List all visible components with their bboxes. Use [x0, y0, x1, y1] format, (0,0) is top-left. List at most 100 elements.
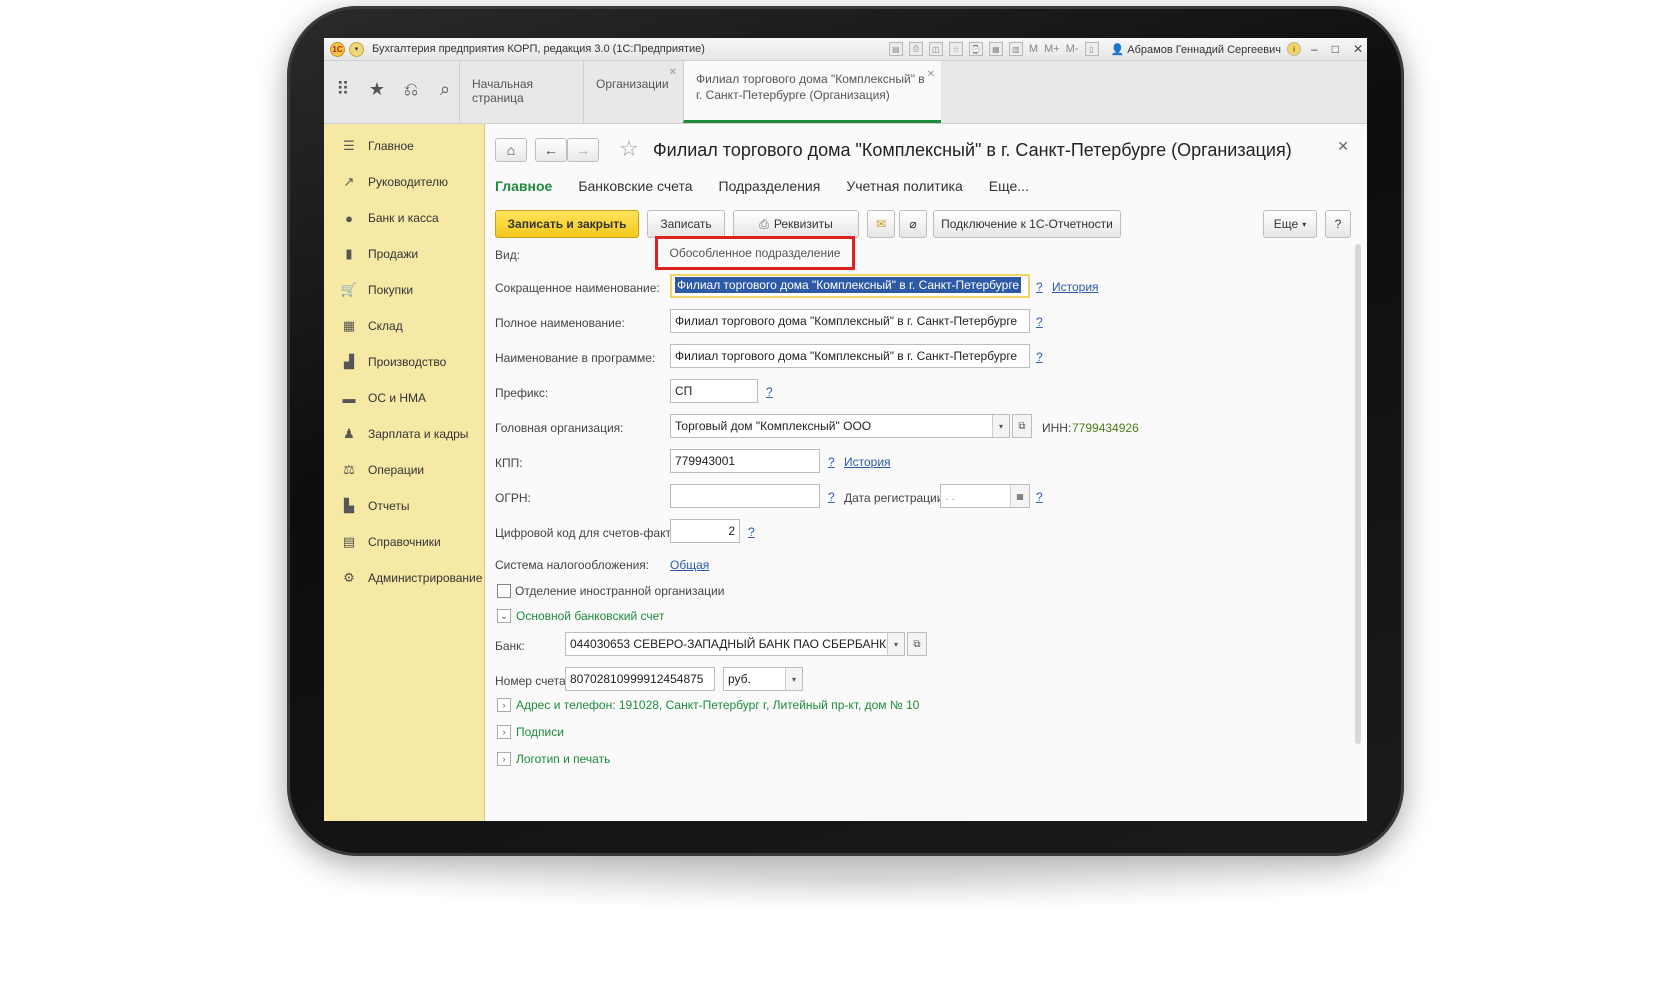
search-icon[interactable]: ⌕	[434, 79, 456, 100]
account-field[interactable]: 80702810999912454875	[565, 667, 715, 691]
ogrn-field[interactable]	[670, 484, 820, 508]
sidebar-item-purchases[interactable]: 🛒 Покупки	[324, 272, 484, 308]
sidebar-item-admin[interactable]: ⚙ Администрирование	[324, 560, 484, 596]
program-name-help-link[interactable]: ?	[1036, 350, 1043, 364]
sidebar-item-reports[interactable]: ▙ Отчеты	[324, 488, 484, 524]
email-button[interactable]: ✉	[867, 210, 895, 238]
full-name-help-link[interactable]: ?	[1036, 315, 1043, 329]
user-name-text: Абрамов Геннадий Сергеевич	[1127, 43, 1281, 56]
short-name-history-link[interactable]: История	[1052, 280, 1099, 294]
connect-reporting-button[interactable]: Подключение к 1С-Отчетности	[933, 210, 1121, 238]
panels-icon[interactable]: ▯	[1084, 42, 1099, 56]
sidebar-item-salary[interactable]: ♟ Зарплата и кадры	[324, 416, 484, 452]
help-button[interactable]: ?	[1325, 210, 1351, 238]
memory-mminus-button[interactable]: M-	[1066, 43, 1079, 55]
currency-field[interactable]: руб. ▾	[723, 667, 803, 691]
prefix-label: Префикс:	[495, 386, 549, 400]
subtab-bank-accounts[interactable]: Банковские счета	[578, 178, 692, 194]
attach-button[interactable]: ⌀	[899, 210, 927, 238]
tax-system-link[interactable]: Общая	[670, 558, 709, 572]
sidebar-item-main[interactable]: ☰ Главное	[324, 128, 484, 164]
forward-button[interactable]: →	[567, 138, 599, 162]
short-name-help-link[interactable]: ?	[1036, 280, 1043, 294]
dropdown-arrow-icon[interactable]: ▾	[785, 668, 802, 690]
program-name-field[interactable]: Филиал торгового дома "Комплексный" в г.…	[670, 344, 1030, 368]
sidebar-item-warehouse[interactable]: ▦ Склад	[324, 308, 484, 344]
requisites-button[interactable]: ⎙ Реквизиты	[733, 210, 859, 238]
sidebar-item-bank[interactable]: ● Банк и касса	[324, 200, 484, 236]
favorites-icon[interactable]: ☆	[948, 42, 963, 56]
vertical-scrollbar[interactable]	[1355, 244, 1361, 744]
apps-grid-icon[interactable]: ⠿	[332, 79, 354, 100]
save-icon[interactable]: ▤	[888, 42, 903, 56]
main-menu-icon[interactable]: ▾	[349, 41, 364, 57]
kpp-history-link[interactable]: История	[844, 455, 891, 469]
open-bank-icon[interactable]: ⧉	[907, 632, 927, 656]
close-tab-icon[interactable]: ✕	[927, 67, 935, 83]
foreign-org-checkbox[interactable]	[497, 584, 511, 598]
bank-group-header[interactable]: ⌄ Основной банковский счет	[497, 609, 664, 623]
favorites-star-icon[interactable]: ★	[366, 79, 388, 100]
kpp-field[interactable]: 779943001	[670, 449, 820, 473]
home-button[interactable]: ⌂	[495, 138, 527, 162]
head-org-field[interactable]: Торговый дом "Комплексный" ООО ▾	[670, 414, 1010, 438]
sidebar-item-operations[interactable]: ⚖ Операции	[324, 452, 484, 488]
maximize-icon[interactable]: □	[1332, 42, 1339, 56]
calendar-icon[interactable]: ▦	[1010, 485, 1029, 507]
sidebar-item-production[interactable]: ▟ Производство	[324, 344, 484, 380]
subtab-more[interactable]: Еще...	[989, 178, 1029, 194]
subtab-divisions[interactable]: Подразделения	[719, 178, 821, 194]
invoice-code-help-link[interactable]: ?	[748, 525, 755, 539]
dropdown-arrow-icon[interactable]: ▾	[887, 633, 904, 655]
save-button[interactable]: Записать	[647, 210, 725, 238]
close-form-icon[interactable]: ✕	[1337, 138, 1349, 155]
history-icon[interactable]: ⌚	[968, 42, 983, 56]
sidebar-item-catalogs[interactable]: ▤ Справочники	[324, 524, 484, 560]
dropdown-arrow-icon[interactable]: ▾	[992, 415, 1009, 437]
sidebar-item-manager[interactable]: ↗ Руководителю	[324, 164, 484, 200]
full-name-field[interactable]: Филиал торгового дома "Комплексный" в г.…	[670, 309, 1030, 333]
sidebar-item-label: Руководителю	[368, 175, 449, 189]
user-name[interactable]: 👤 Абрамов Геннадий Сергеевич	[1111, 43, 1282, 56]
subtab-main[interactable]: Главное	[495, 178, 552, 194]
close-window-icon[interactable]: ✕	[1353, 42, 1363, 56]
title-tools: ▤ ⎙ ◫ ☆ ⌚ ▦ ▥ M M+ M- ▯ 👤 Абрамов Геннад…	[888, 42, 1367, 56]
close-tab-icon[interactable]: ✕	[669, 67, 677, 78]
open-head-org-icon[interactable]: ⧉	[1012, 414, 1032, 438]
memory-mplus-button[interactable]: M+	[1044, 43, 1060, 55]
save-close-button[interactable]: Записать и закрыть	[495, 210, 639, 238]
prefix-field[interactable]: СП	[670, 379, 758, 403]
tab-organizations[interactable]: Организации ✕	[583, 61, 683, 123]
info-icon[interactable]: i	[1287, 42, 1301, 56]
kpp-help-link[interactable]: ?	[828, 455, 835, 469]
sidebar-item-sales[interactable]: ▮ Продажи	[324, 236, 484, 272]
back-button[interactable]: ←	[535, 138, 567, 162]
app-logo-icon[interactable]: 1С	[330, 41, 345, 57]
calendar-icon[interactable]: ▦	[988, 42, 1003, 56]
history-icon[interactable]: ⎌	[400, 79, 422, 100]
vid-value: Обособленное подразделение	[669, 246, 841, 260]
ogrn-help-link[interactable]: ?	[828, 490, 835, 504]
preview-icon[interactable]: ◫	[928, 42, 943, 56]
print-icon[interactable]: ⎙	[908, 42, 923, 56]
sidebar-item-assets[interactable]: ▬ ОС и НМА	[324, 380, 484, 416]
signatures-group-header[interactable]: › Подписи	[497, 725, 564, 739]
subtab-accounting-policy[interactable]: Учетная политика	[846, 178, 962, 194]
logo-group-header[interactable]: › Логотип и печать	[497, 752, 610, 766]
invoice-code-field[interactable]: 2	[670, 519, 740, 543]
reg-date-help-link[interactable]: ?	[1036, 490, 1043, 504]
account-label: Номер счета:	[495, 674, 570, 688]
address-group-header[interactable]: › Адрес и телефон: 191028, Санкт-Петербу…	[497, 698, 919, 712]
short-name-field[interactable]: Филиал торгового дома "Комплексный" в г.…	[670, 274, 1030, 298]
bank-field[interactable]: 044030653 СЕВЕРО-ЗАПАДНЫЙ БАНК ПАО СБЕРБ…	[565, 632, 905, 656]
gear-icon: ⚙	[343, 570, 355, 585]
prefix-help-link[interactable]: ?	[766, 385, 773, 399]
more-button[interactable]: Еще ▾	[1263, 210, 1317, 238]
favorite-star-icon[interactable]: ☆	[619, 136, 639, 162]
tab-home[interactable]: Начальная страница	[459, 61, 583, 123]
minimize-icon[interactable]: –	[1311, 42, 1318, 56]
calculator-icon[interactable]: ▥	[1008, 42, 1023, 56]
memory-m-button[interactable]: M	[1029, 43, 1038, 55]
reg-date-field[interactable]: . . ▦	[940, 484, 1030, 508]
tab-branch-form[interactable]: Филиал торгового дома "Комплексный" в г.…	[683, 61, 941, 123]
